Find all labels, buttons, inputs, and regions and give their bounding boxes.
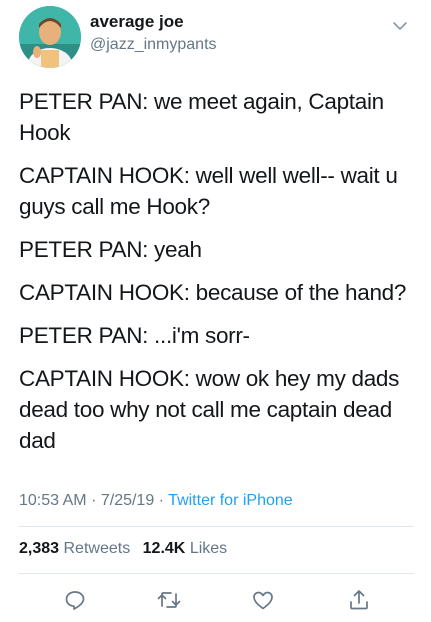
tweet-meta: 10:53 AM · 7/25/19 · Twitter for iPhone	[19, 491, 293, 511]
tweet-stats: 2,383 Retweets 12.4K Likes	[19, 539, 235, 559]
retweets-count: 2,383	[19, 540, 60, 557]
avatar-image	[19, 6, 81, 68]
tweet-paragraph: CAPTAIN HOOK: because of the hand?	[19, 280, 407, 305]
tweet-paragraph: PETER PAN: we meet again, Captain Hook	[19, 89, 384, 145]
share-button[interactable]	[345, 586, 373, 614]
retweets-label: Retweets	[63, 540, 131, 557]
divider	[19, 573, 414, 574]
tweet-card: average joe @jazz_inmypants PETER PAN: w…	[0, 0, 431, 622]
avatar[interactable]	[19, 6, 81, 68]
user-handle[interactable]: @jazz_inmypants	[90, 35, 217, 55]
reply-button[interactable]	[61, 586, 89, 614]
chevron-down-icon[interactable]	[390, 16, 410, 36]
reply-icon	[65, 591, 85, 610]
like-button[interactable]	[249, 586, 277, 614]
retweets-stat[interactable]: 2,383 Retweets	[19, 540, 130, 557]
retweet-button[interactable]	[155, 586, 183, 614]
tweet-text: PETER PAN: we meet again, Captain Hook C…	[19, 86, 415, 468]
tweet-paragraph: PETER PAN: yeah	[19, 237, 202, 262]
tweet-actions	[19, 586, 414, 614]
likes-label: Likes	[189, 540, 228, 557]
likes-count: 12.4K	[142, 540, 186, 557]
likes-stat[interactable]: 12.4K Likes	[143, 540, 228, 557]
user-names: average joe @jazz_inmypants	[90, 12, 217, 55]
tweet-paragraph: CAPTAIN HOOK: wow ok hey my dads dead to…	[19, 366, 400, 453]
tweet-time[interactable]: 10:53 AM	[19, 492, 87, 509]
meta-separator: ·	[91, 492, 97, 509]
share-icon	[350, 590, 368, 610]
tweet-paragraph: CAPTAIN HOOK: well well well-- wait u gu…	[19, 163, 398, 219]
heart-icon	[253, 591, 273, 610]
tweet-header: average joe @jazz_inmypants	[19, 6, 414, 68]
meta-separator: ·	[158, 492, 165, 509]
tweet-date[interactable]: 7/25/19	[101, 492, 154, 509]
tweet-paragraph: PETER PAN: ...i'm sorr-	[19, 323, 250, 348]
retweet-icon	[157, 592, 181, 608]
tweet-source-link[interactable]: Twitter for iPhone	[168, 492, 293, 509]
display-name[interactable]: average joe	[90, 12, 217, 32]
divider	[19, 526, 414, 527]
